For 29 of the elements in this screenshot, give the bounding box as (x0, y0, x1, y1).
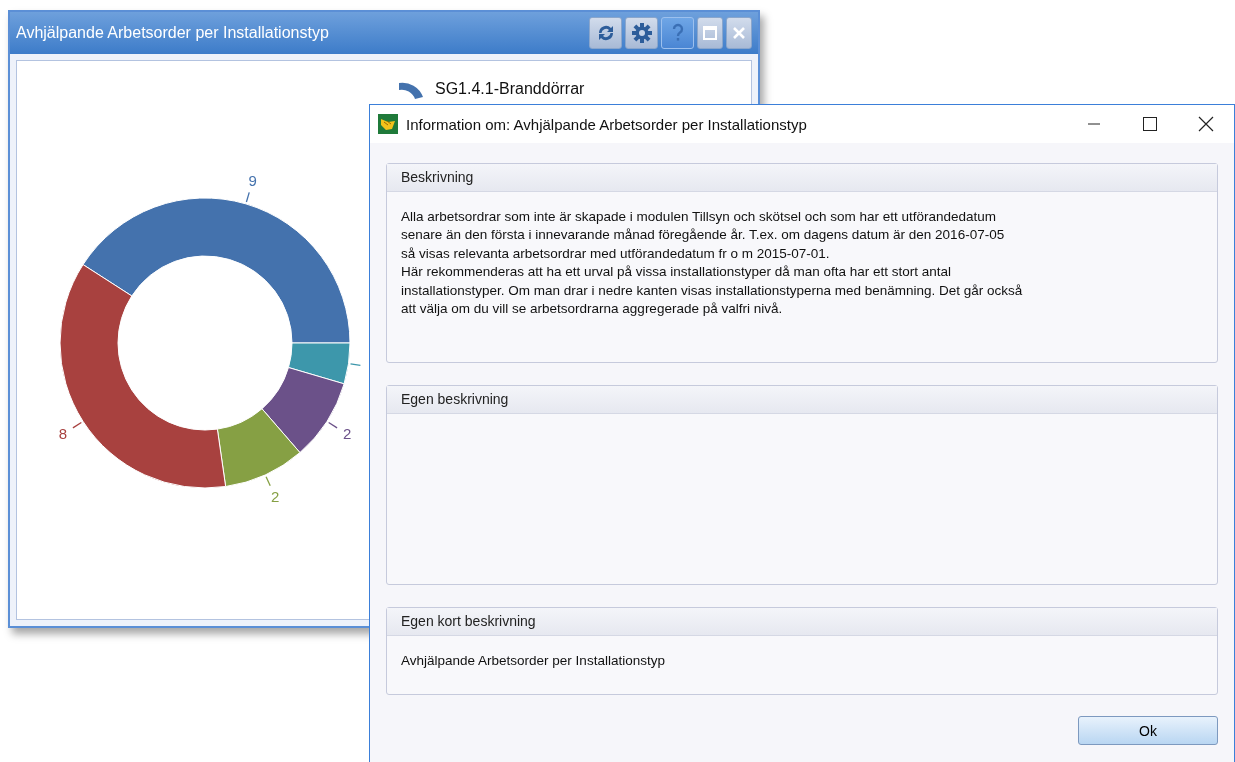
leader-line (245, 191, 250, 203)
leader-line (349, 363, 362, 366)
gear-icon (630, 22, 653, 44)
ok-button[interactable]: Ok (1078, 716, 1218, 745)
dialog-title: Information om: Avhjälpande Arbetsorder per Installationstyp (406, 115, 808, 133)
leader-line (265, 476, 271, 487)
maximize-icon (1143, 117, 1157, 131)
refresh-button[interactable] (589, 17, 622, 49)
help-icon (670, 22, 685, 44)
leader-line (72, 421, 82, 429)
close-icon (1198, 116, 1214, 132)
help-button[interactable] (661, 17, 694, 49)
section-header: Beskrivning (387, 164, 1217, 192)
app-logo-icon (378, 114, 398, 134)
leader-line (328, 421, 338, 429)
data-label: 2 (343, 425, 352, 443)
maximize-icon (702, 25, 718, 41)
settings-button[interactable] (625, 17, 658, 49)
section-header: Egen beskrivning (387, 386, 1217, 414)
section-header: Egen kort beskrivning (387, 608, 1217, 636)
data-label: 8 (58, 425, 67, 443)
legend-label: SG1.4.1-Branddörrar (435, 80, 585, 98)
data-label: 9 (248, 171, 257, 189)
description-text: Avhjälpande Arbetsorder per Installationstyp (400, 652, 666, 670)
close-icon (731, 25, 747, 41)
description-text: Alla arbetsordrar som inte är skapade i modulen Tillsyn och skötsel och som har ett utförandedatum senare än den första i innevarande månad föregående år. T.ex. om dagens datum är den 2016-07-05 så visas relevanta arbetsordrar med utförandedatum fr o m 2015-07-01. Här rekommenderas att ha ett urval på vissa installationstyper då man ofta har ett stort antal installationstyper. Om man drar i nedre kanten visas installationstyperna med benämning. Det går också att välja om du vill se arbetsordrarna aggregerade på valfri nivå. (400, 208, 1024, 319)
close-button[interactable] (726, 17, 752, 49)
window-title: Avhjälpande Arbetsorder per Installationstyp (16, 24, 329, 42)
data-label: 2 (271, 487, 280, 505)
